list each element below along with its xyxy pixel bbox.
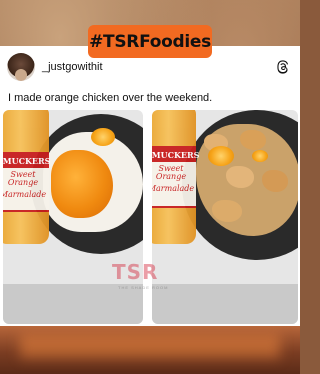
counter-surface: [3, 284, 143, 324]
jar-text-line1: Sweet Orange: [155, 164, 187, 182]
orange-slice: [208, 146, 234, 166]
tsr-watermark: TSR: [112, 260, 159, 284]
jar-label: SMUCKERS Sweet Orange Marmalade: [152, 146, 199, 208]
hashtag-text: #TSRFoodies: [89, 31, 211, 52]
tsr-watermark-subtext: THE SHADE ROOM: [118, 285, 169, 290]
hashtag-banner: #TSRFoodies: [88, 25, 212, 58]
jar-text-line2: Marmalade: [3, 189, 47, 199]
marmalade-jar: SMUCKERS Sweet Orange Marmalade: [152, 110, 199, 244]
background-glow: [20, 334, 280, 358]
jar-text-line2: Marmalade: [152, 183, 195, 193]
avatar[interactable]: [7, 53, 35, 81]
jar-brand: SMUCKERS: [3, 154, 50, 168]
chicken-piece: [226, 166, 254, 188]
threads-icon[interactable]: [276, 60, 290, 74]
post-caption: I made orange chicken over the weekend.: [8, 92, 213, 104]
marmalade-blob: [51, 150, 113, 218]
orange-slice: [91, 128, 115, 146]
chicken-piece: [262, 170, 288, 192]
orange-slice: [252, 150, 268, 162]
jar-text-line1: Sweet Orange: [7, 170, 39, 188]
photo-marmalade-rice[interactable]: SMUCKERS Sweet Orange Marmalade: [3, 110, 143, 324]
counter-surface: [152, 284, 298, 324]
post-card: _justgowithit I made orange chicken over…: [0, 46, 300, 326]
chicken-piece: [212, 200, 242, 222]
photo-orange-chicken[interactable]: SMUCKERS Sweet Orange Marmalade: [152, 110, 298, 324]
jar-brand: SMUCKERS: [152, 148, 199, 162]
chicken-piece: [240, 130, 266, 150]
username[interactable]: _justgowithit: [42, 61, 103, 73]
marmalade-jar: SMUCKERS Sweet Orange Marmalade: [3, 110, 50, 244]
jar-label: SMUCKERS Sweet Orange Marmalade: [3, 152, 50, 212]
